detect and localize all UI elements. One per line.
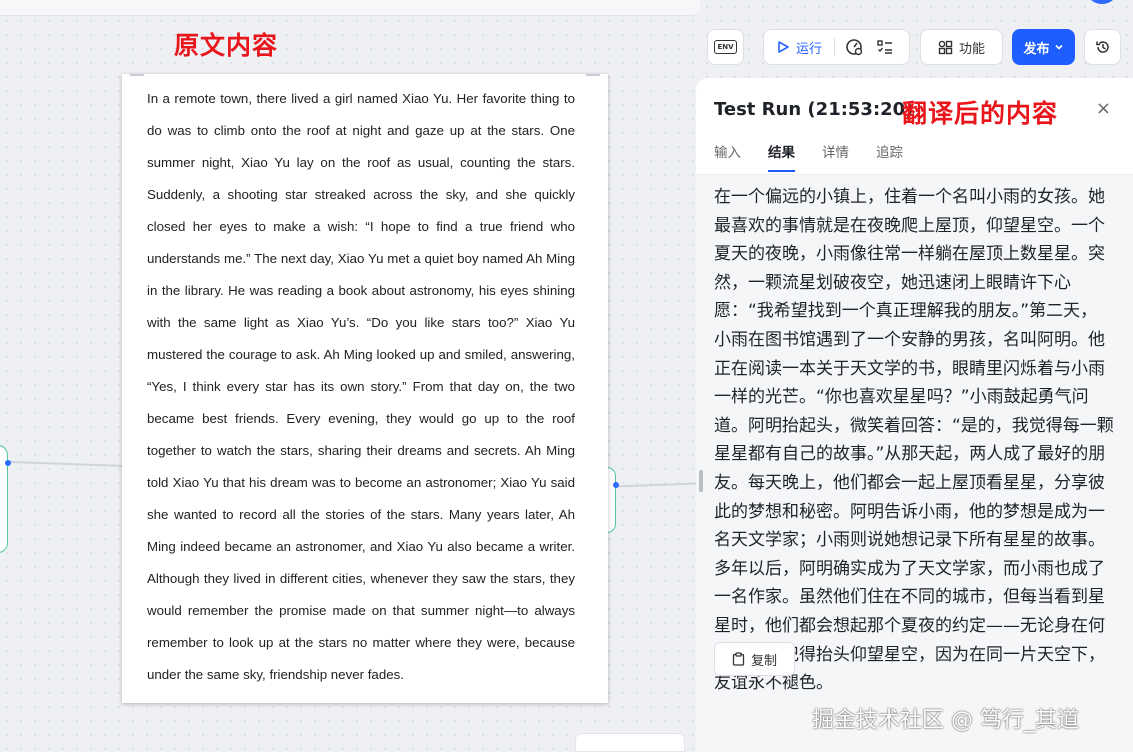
gauge-icon[interactable] bbox=[845, 38, 863, 56]
target-annotation: 翻译后的内容 bbox=[902, 99, 1059, 128]
tab-input[interactable]: 输入 bbox=[714, 141, 741, 171]
play-icon[interactable] bbox=[776, 40, 790, 54]
publish-button[interactable]: 发布 bbox=[1012, 29, 1075, 65]
connector-line bbox=[609, 482, 701, 488]
watermark: 掘金技术社区 @ 笃行_其道 bbox=[812, 708, 1079, 733]
panel-title: Test Run (21:53:20) bbox=[714, 99, 914, 120]
checklist-icon[interactable] bbox=[877, 39, 893, 55]
translated-result-text: 在一个偏远的小镇上，住着一个名叫小雨的女孩。她最喜欢的事情就是在夜晚爬上屋顶，仰… bbox=[714, 187, 1114, 694]
source-annotation: 原文内容 bbox=[174, 31, 279, 60]
source-document: In a remote town, there lived a girl nam… bbox=[122, 74, 608, 703]
page-corner-mark bbox=[130, 74, 144, 76]
grid-icon bbox=[938, 40, 953, 55]
history-button[interactable] bbox=[1084, 29, 1121, 65]
panel-tabs: 输入 结果 详情 追踪 bbox=[714, 141, 903, 172]
feature-label: 功能 bbox=[958, 41, 985, 57]
copy-button[interactable]: 复制 bbox=[714, 642, 795, 676]
test-run-panel: Test Run (21:53:20) × 输入 结果 详情 追踪 在一个偏远的… bbox=[696, 78, 1133, 752]
tab-result[interactable]: 结果 bbox=[768, 141, 795, 172]
toolbar-divider bbox=[834, 38, 836, 56]
feature-button[interactable]: 功能 bbox=[920, 29, 1003, 65]
env-button[interactable]: ENV bbox=[707, 29, 744, 65]
panel-resize-handle[interactable] bbox=[699, 470, 703, 492]
tab-trace[interactable]: 追踪 bbox=[876, 141, 903, 171]
tab-details[interactable]: 详情 bbox=[822, 141, 849, 171]
page-corner-mark bbox=[586, 74, 600, 76]
run-button[interactable]: 运行 bbox=[796, 38, 822, 57]
close-icon[interactable]: × bbox=[1096, 98, 1111, 119]
node-port[interactable] bbox=[5, 460, 11, 466]
connector-line bbox=[8, 460, 128, 468]
canvas-top-strip bbox=[0, 0, 700, 16]
minimap[interactable] bbox=[575, 733, 685, 752]
clipboard-icon bbox=[732, 652, 745, 666]
env-icon: ENV bbox=[714, 40, 737, 54]
copy-label: 复制 bbox=[750, 653, 777, 669]
avatar[interactable] bbox=[1085, 0, 1119, 4]
publish-label: 发布 bbox=[1023, 41, 1050, 57]
chevron-down-icon bbox=[1054, 42, 1064, 52]
history-icon bbox=[1095, 39, 1111, 55]
run-toolbar-group: 运行 bbox=[763, 29, 910, 65]
document-text: In a remote town, there lived a girl nam… bbox=[147, 91, 575, 682]
node-port[interactable] bbox=[613, 482, 619, 488]
